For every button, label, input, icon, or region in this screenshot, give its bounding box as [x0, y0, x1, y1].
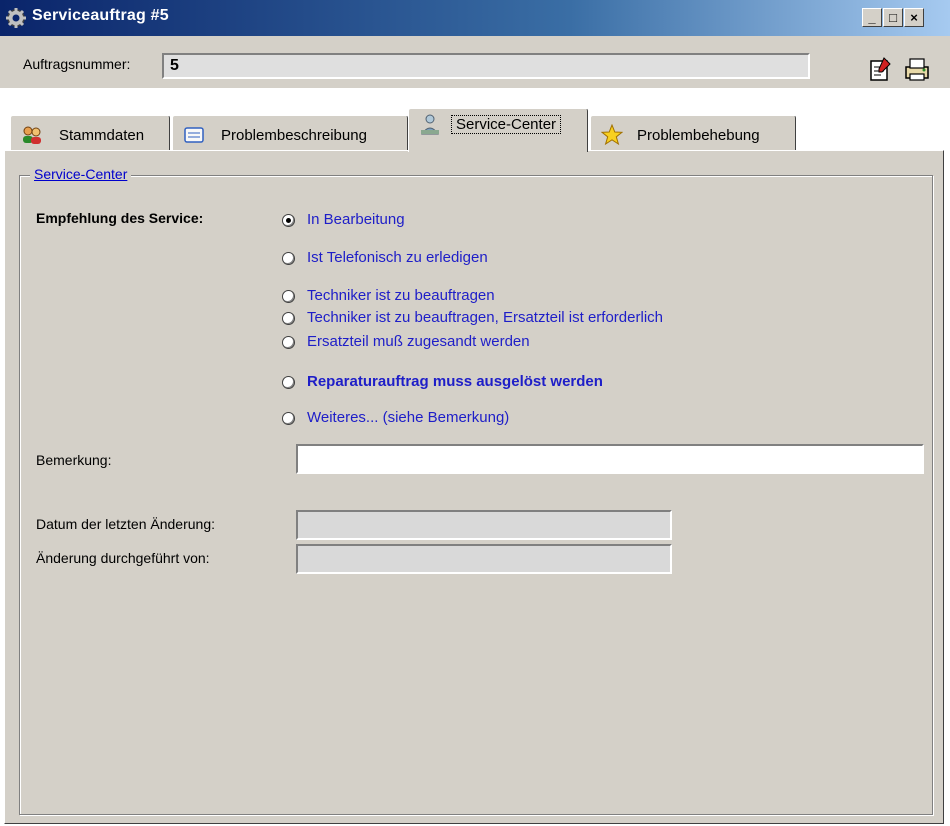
order-number-field[interactable]: 5	[162, 53, 810, 79]
tab-problembeschreibung[interactable]: Problembeschreibung	[172, 115, 408, 151]
people-icon	[23, 126, 41, 144]
last-change-date-field[interactable]	[296, 510, 672, 540]
tab-label: Problembeschreibung	[221, 127, 367, 144]
radio-button[interactable]	[282, 290, 295, 303]
tab-label: Problembehebung	[637, 127, 760, 144]
gear-icon	[6, 8, 26, 28]
radio-label: Ist Telefonisch zu erledigen	[307, 249, 488, 266]
changed-by-field[interactable]	[296, 544, 672, 574]
radio-label: Weiteres... (siehe Bemerkung)	[307, 409, 510, 426]
window-title: Serviceauftrag #5	[32, 7, 169, 24]
minimize-button[interactable]: _	[862, 8, 882, 27]
radio-label: Techniker ist zu beauftragen	[307, 287, 495, 304]
radio-label: Ersatzteil muß zugesandt werden	[307, 333, 530, 350]
radio-label: Techniker ist zu beauftragen, Ersatzteil…	[307, 309, 663, 326]
title-bar[interactable]: Serviceauftrag #5 _ □ ×	[0, 0, 950, 36]
radio-button[interactable]	[282, 412, 295, 425]
service-center-group: Service-Center Empfehlung des Service: I…	[19, 166, 933, 815]
radio-button[interactable]	[282, 336, 295, 349]
remark-label: Bemerkung:	[36, 452, 112, 468]
service-person-icon	[421, 114, 439, 135]
tab-problembehebung[interactable]: Problembehebung	[590, 115, 796, 151]
order-number-label: Auftragsnummer:	[23, 56, 131, 72]
tab-label: Service-Center	[451, 115, 562, 134]
tab-container: Stammdaten Problembeschreibung Service-C…	[0, 108, 950, 826]
remark-input[interactable]	[296, 444, 924, 474]
document-icon	[184, 127, 204, 143]
changed-by-label: Änderung durchgeführt von:	[36, 550, 210, 566]
radio-button[interactable]	[282, 214, 295, 227]
group-title: Service-Center	[30, 166, 132, 182]
close-button[interactable]: ×	[904, 8, 924, 27]
radio-button[interactable]	[282, 376, 295, 389]
tab-panel-service-center: Service-Center Empfehlung des Service: I…	[4, 150, 944, 824]
radio-label: Reparaturauftrag muss ausgelöst werden	[307, 373, 603, 390]
edit-document-icon[interactable]	[866, 55, 894, 83]
radio-label: In Bearbeitung	[307, 211, 405, 228]
tab-label: Stammdaten	[59, 127, 145, 144]
tab-stammdaten[interactable]: Stammdaten	[10, 115, 170, 151]
star-icon	[601, 124, 623, 146]
tab-service-center[interactable]: Service-Center	[408, 108, 588, 152]
recommendation-label: Empfehlung des Service:	[36, 210, 204, 226]
maximize-button[interactable]: □	[883, 8, 903, 27]
radio-button[interactable]	[282, 312, 295, 325]
printer-icon[interactable]	[903, 55, 931, 83]
last-change-date-label: Datum der letzten Änderung:	[36, 516, 215, 532]
order-header: Auftragsnummer: 5	[0, 36, 950, 88]
radio-dot	[286, 218, 291, 223]
radio-button[interactable]	[282, 252, 295, 265]
